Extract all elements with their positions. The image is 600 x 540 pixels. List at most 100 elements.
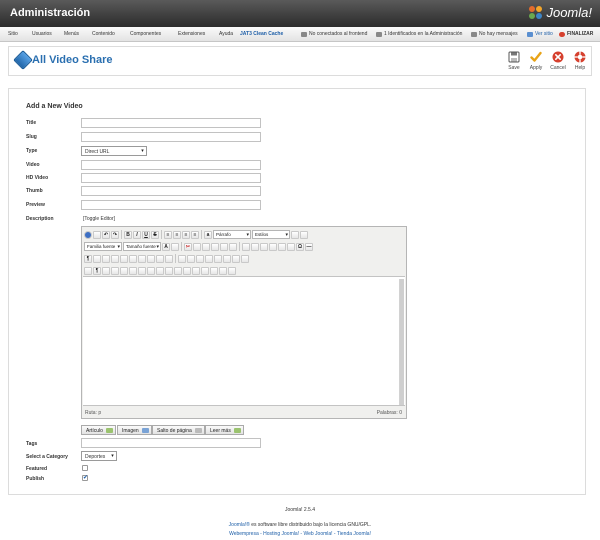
blockquote-icon[interactable]	[84, 266, 92, 275]
styles-select[interactable]: Estilos	[252, 230, 290, 239]
outdent-icon[interactable]	[260, 242, 268, 251]
menu-item-extensiones[interactable]: Extensiones	[178, 31, 205, 37]
abbr-icon[interactable]	[102, 266, 110, 275]
brush-icon[interactable]	[300, 230, 308, 239]
table-props-icon[interactable]	[232, 254, 240, 263]
del-icon[interactable]	[129, 266, 137, 275]
media-icon[interactable]	[111, 254, 119, 263]
template-icon[interactable]	[201, 266, 209, 275]
article-button[interactable]: Artículo	[81, 425, 116, 435]
align-right-icon[interactable]: ≡	[182, 230, 190, 239]
html-source-icon[interactable]	[228, 266, 236, 275]
category-select[interactable]: Deportes ▾	[81, 451, 117, 461]
special-char-icon[interactable]: Ω	[296, 242, 304, 251]
underline-icon[interactable]: U	[142, 230, 150, 239]
cite-icon[interactable]	[120, 266, 128, 275]
layer-icon[interactable]	[156, 266, 164, 275]
image-icon[interactable]	[102, 254, 110, 263]
copy-icon[interactable]	[193, 242, 201, 251]
bullet-list-icon[interactable]	[242, 242, 250, 251]
bold-icon[interactable]: B	[124, 230, 132, 239]
featured-checkbox[interactable]	[82, 465, 88, 471]
table-delete-icon[interactable]	[223, 254, 231, 263]
help-button[interactable]: Help	[569, 51, 591, 71]
visual-aid-icon[interactable]	[241, 254, 249, 263]
editor-scrollbar[interactable]	[399, 279, 404, 405]
table-merge-icon[interactable]	[205, 254, 213, 263]
video-input[interactable]	[81, 160, 261, 170]
new-document-icon[interactable]	[93, 230, 101, 239]
image-button[interactable]: Imagen	[117, 425, 152, 435]
horizontal-rule-icon[interactable]: —	[305, 242, 313, 251]
paragraph-select[interactable]: Párrafo	[213, 230, 251, 239]
view-site-link[interactable]: Ver sitio	[527, 31, 553, 37]
menu-item-usuarios[interactable]: Usuarios	[32, 31, 52, 37]
anchor-icon[interactable]	[138, 254, 146, 263]
apply-button[interactable]: Apply	[525, 51, 547, 71]
read-more-button[interactable]: Leer más	[205, 425, 244, 435]
style-props-icon[interactable]	[192, 266, 200, 275]
pilcrow-icon[interactable]: ¶	[93, 266, 101, 275]
styles-icon[interactable]: a	[204, 230, 212, 239]
table-icon[interactable]	[178, 254, 186, 263]
acronym-icon[interactable]	[111, 266, 119, 275]
table-split-icon[interactable]	[214, 254, 222, 263]
subscript-icon[interactable]	[287, 242, 295, 251]
table-col-icon[interactable]	[196, 254, 204, 263]
link-icon[interactable]	[120, 254, 128, 263]
logout-link[interactable]: FINALIZAR	[559, 31, 593, 37]
search-icon[interactable]	[156, 254, 164, 263]
thumb-input[interactable]	[81, 186, 261, 196]
rtl-icon[interactable]	[93, 254, 101, 263]
superscript-icon[interactable]	[278, 242, 286, 251]
editor-help-icon[interactable]	[84, 230, 92, 239]
menu-item-sitio[interactable]: Sitio	[8, 31, 18, 37]
footer-joomla-link[interactable]: Joomla!®	[229, 522, 250, 528]
ins-icon[interactable]	[138, 266, 146, 275]
italic-icon[interactable]: I	[133, 230, 141, 239]
text-color-icon[interactable]: A	[162, 242, 170, 251]
hd-video-input[interactable]	[81, 173, 261, 183]
footer-links[interactable]: Webempresa - Hosting Joomla! - Web Jooml…	[0, 531, 600, 537]
editor-path-value[interactable]: p	[98, 410, 101, 416]
undo-icon[interactable]: ↶	[102, 230, 110, 239]
spellcheck-icon[interactable]	[219, 266, 227, 275]
highlight-icon[interactable]	[171, 242, 179, 251]
menu-item-componentes[interactable]: Componentes	[130, 31, 161, 37]
fullscreen-icon[interactable]	[165, 254, 173, 263]
cancel-button[interactable]: Cancel	[547, 51, 569, 71]
numbered-list-icon[interactable]	[251, 242, 259, 251]
paste-word-icon[interactable]	[220, 242, 228, 251]
align-left-icon[interactable]: ≡	[164, 230, 172, 239]
paste-text-icon[interactable]	[211, 242, 219, 251]
editor-content-area[interactable]	[83, 276, 405, 406]
indent-icon[interactable]	[269, 242, 277, 251]
tags-input[interactable]	[81, 438, 261, 448]
move-forward-icon[interactable]	[165, 266, 173, 275]
save-button[interactable]: Save	[503, 51, 525, 71]
align-justify-icon[interactable]: ≡	[191, 230, 199, 239]
toggle-editor-link[interactable]: [Toggle Editor]	[83, 216, 115, 222]
attributes-icon[interactable]	[147, 266, 155, 275]
clean-cache-link[interactable]: JAT3 Clean Cache	[240, 31, 283, 37]
preview-input[interactable]	[81, 200, 261, 210]
footer-links-text[interactable]: Webempresa - Hosting Joomla! - Web Jooml…	[229, 531, 371, 537]
print-icon[interactable]	[147, 254, 155, 263]
messages-status[interactable]: No hay mensajes	[471, 31, 518, 37]
menu-item-menus[interactable]: Menús	[64, 31, 79, 37]
move-backward-icon[interactable]	[174, 266, 182, 275]
font-family-select[interactable]: Familia fuente	[84, 242, 122, 251]
redo-icon[interactable]: ↷	[111, 230, 119, 239]
title-input[interactable]	[81, 118, 261, 128]
table-row-icon[interactable]	[187, 254, 195, 263]
menu-item-ayuda[interactable]: Ayuda	[219, 31, 233, 37]
type-select[interactable]: Direct URL ▾	[81, 146, 147, 156]
align-center-icon[interactable]: ≡	[173, 230, 181, 239]
paste-icon[interactable]	[202, 242, 210, 251]
paragraph-icon[interactable]: ¶	[84, 254, 92, 263]
find-replace-icon[interactable]	[229, 242, 237, 251]
menu-item-contenido[interactable]: Contenido	[92, 31, 115, 37]
emotions-icon[interactable]	[210, 266, 218, 275]
absolute-icon[interactable]	[183, 266, 191, 275]
slug-input[interactable]	[81, 132, 261, 142]
